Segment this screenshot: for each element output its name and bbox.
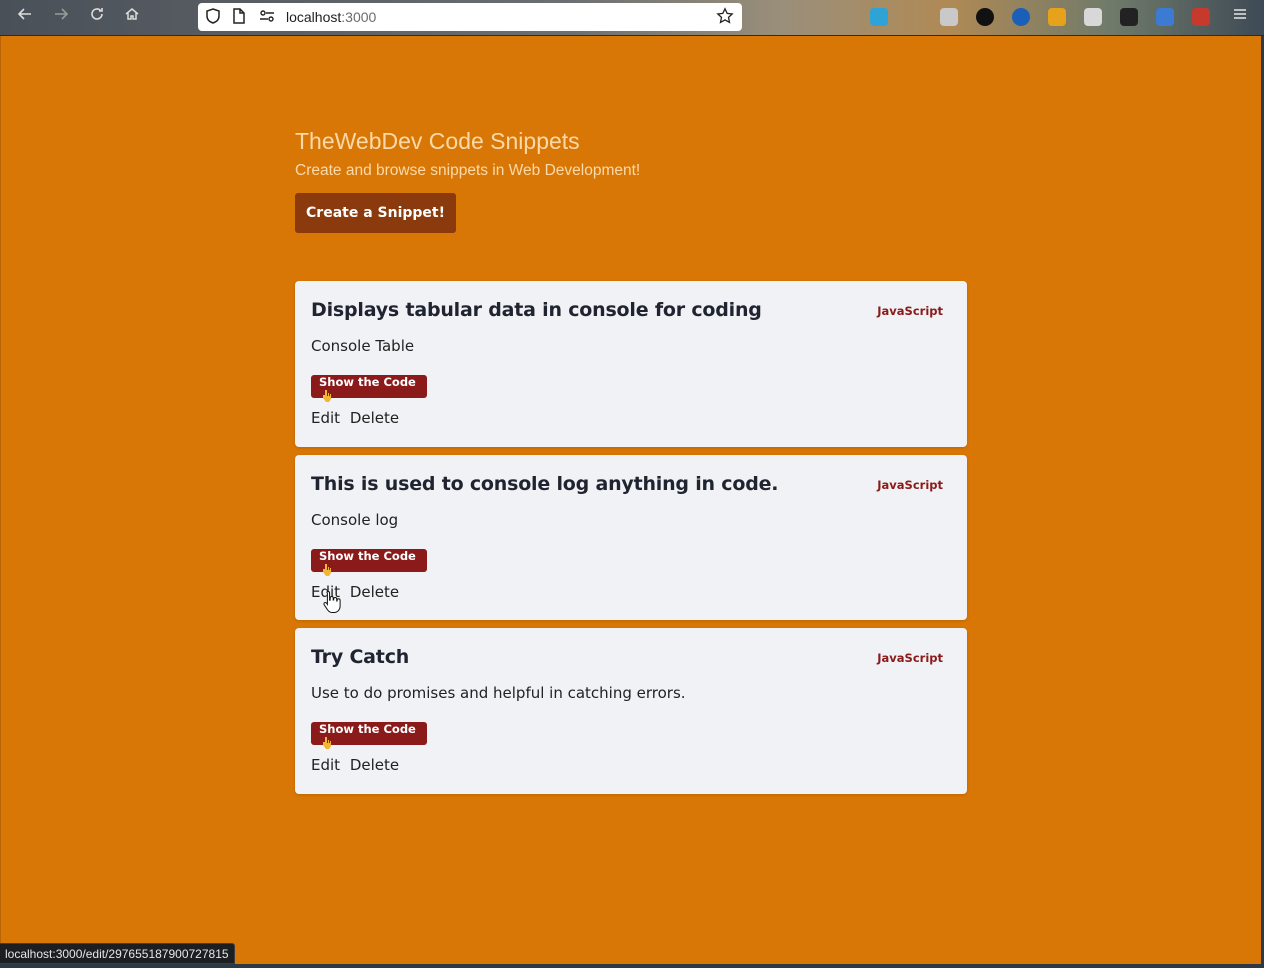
url-text[interactable]: localhost:3000 [286,9,376,25]
snippet-language: JavaScript [877,478,943,492]
snippet-language: JavaScript [877,304,943,318]
delete-link[interactable]: Delete [350,409,399,427]
address-bar[interactable]: localhost:3000 [198,3,742,31]
snippet-card: This is used to console log anything in … [295,455,967,620]
hand-cursor-icon [323,590,341,613]
show-code-button[interactable]: Show the Code [311,722,427,749]
bookmark-star-icon[interactable] [716,7,736,27]
status-bar-link-preview: localhost:3000/edit/297655187900727815 [0,943,235,964]
forward-icon[interactable] [49,6,73,28]
create-snippet-button[interactable]: Create a Snippet! [295,193,456,233]
shield-icon[interactable] [204,7,224,27]
snippet-actions: Edit Delete [311,756,404,774]
bug-extension-icon[interactable] [1192,8,1210,26]
reader-view-icon[interactable] [940,8,958,26]
delete-link[interactable]: Delete [350,756,399,774]
snippet-description: Console log [311,511,399,529]
translate-extension-icon[interactable] [1156,8,1174,26]
show-code-button[interactable]: Show the Code [311,549,427,576]
page-subtitle: Create and browse snippets in Web Develo… [295,162,641,179]
home-icon[interactable] [120,6,144,28]
edit-link[interactable]: Edit [311,409,340,427]
site-settings-icon[interactable] [258,7,278,27]
page-title: TheWebDev Code Snippets [295,128,580,154]
monitor-extension-icon[interactable] [1048,8,1066,26]
page-icon[interactable] [230,7,250,27]
snippet-description: Console Table [311,337,415,355]
animal-extension-icon[interactable] [1120,8,1138,26]
browser-toolbar: localhost:3000 [0,0,1264,36]
window-border [0,36,1,968]
snippet-title: Displays tabular data in console for cod… [311,299,762,321]
snippet-title: This is used to console log anything in … [311,473,779,495]
show-code-button[interactable]: Show the Code [311,375,427,402]
menu-icon[interactable] [1228,6,1252,28]
back-icon[interactable] [13,6,37,28]
snippet-actions: Edit Delete [311,409,404,427]
snippet-language: JavaScript [877,651,943,665]
show-code-label: Show the Code [319,549,416,563]
show-code-label: Show the Code [319,375,416,389]
twd-extension-icon[interactable] [976,8,994,26]
pointing-down-hand-icon [323,737,331,749]
globe-extension-icon[interactable] [1012,8,1030,26]
snippet-card: Try Catch JavaScript Use to do promises … [295,628,967,794]
delete-link[interactable]: Delete [350,583,399,601]
reload-icon[interactable] [85,6,109,28]
pointing-down-hand-icon [323,390,331,402]
snippet-description: Use to do promises and helpful in catchi… [311,684,686,702]
window-bottom-border [0,964,1264,968]
download-extension-icon[interactable] [870,8,888,26]
notes-extension-icon[interactable] [1084,8,1102,26]
pointing-down-hand-icon [323,564,331,576]
snippet-card: Displays tabular data in console for cod… [295,281,967,447]
page-header: TheWebDev Code Snippets Create and brows… [295,128,640,180]
edit-link[interactable]: Edit [311,756,340,774]
snippet-title: Try Catch [311,646,410,668]
show-code-label: Show the Code [319,722,416,736]
